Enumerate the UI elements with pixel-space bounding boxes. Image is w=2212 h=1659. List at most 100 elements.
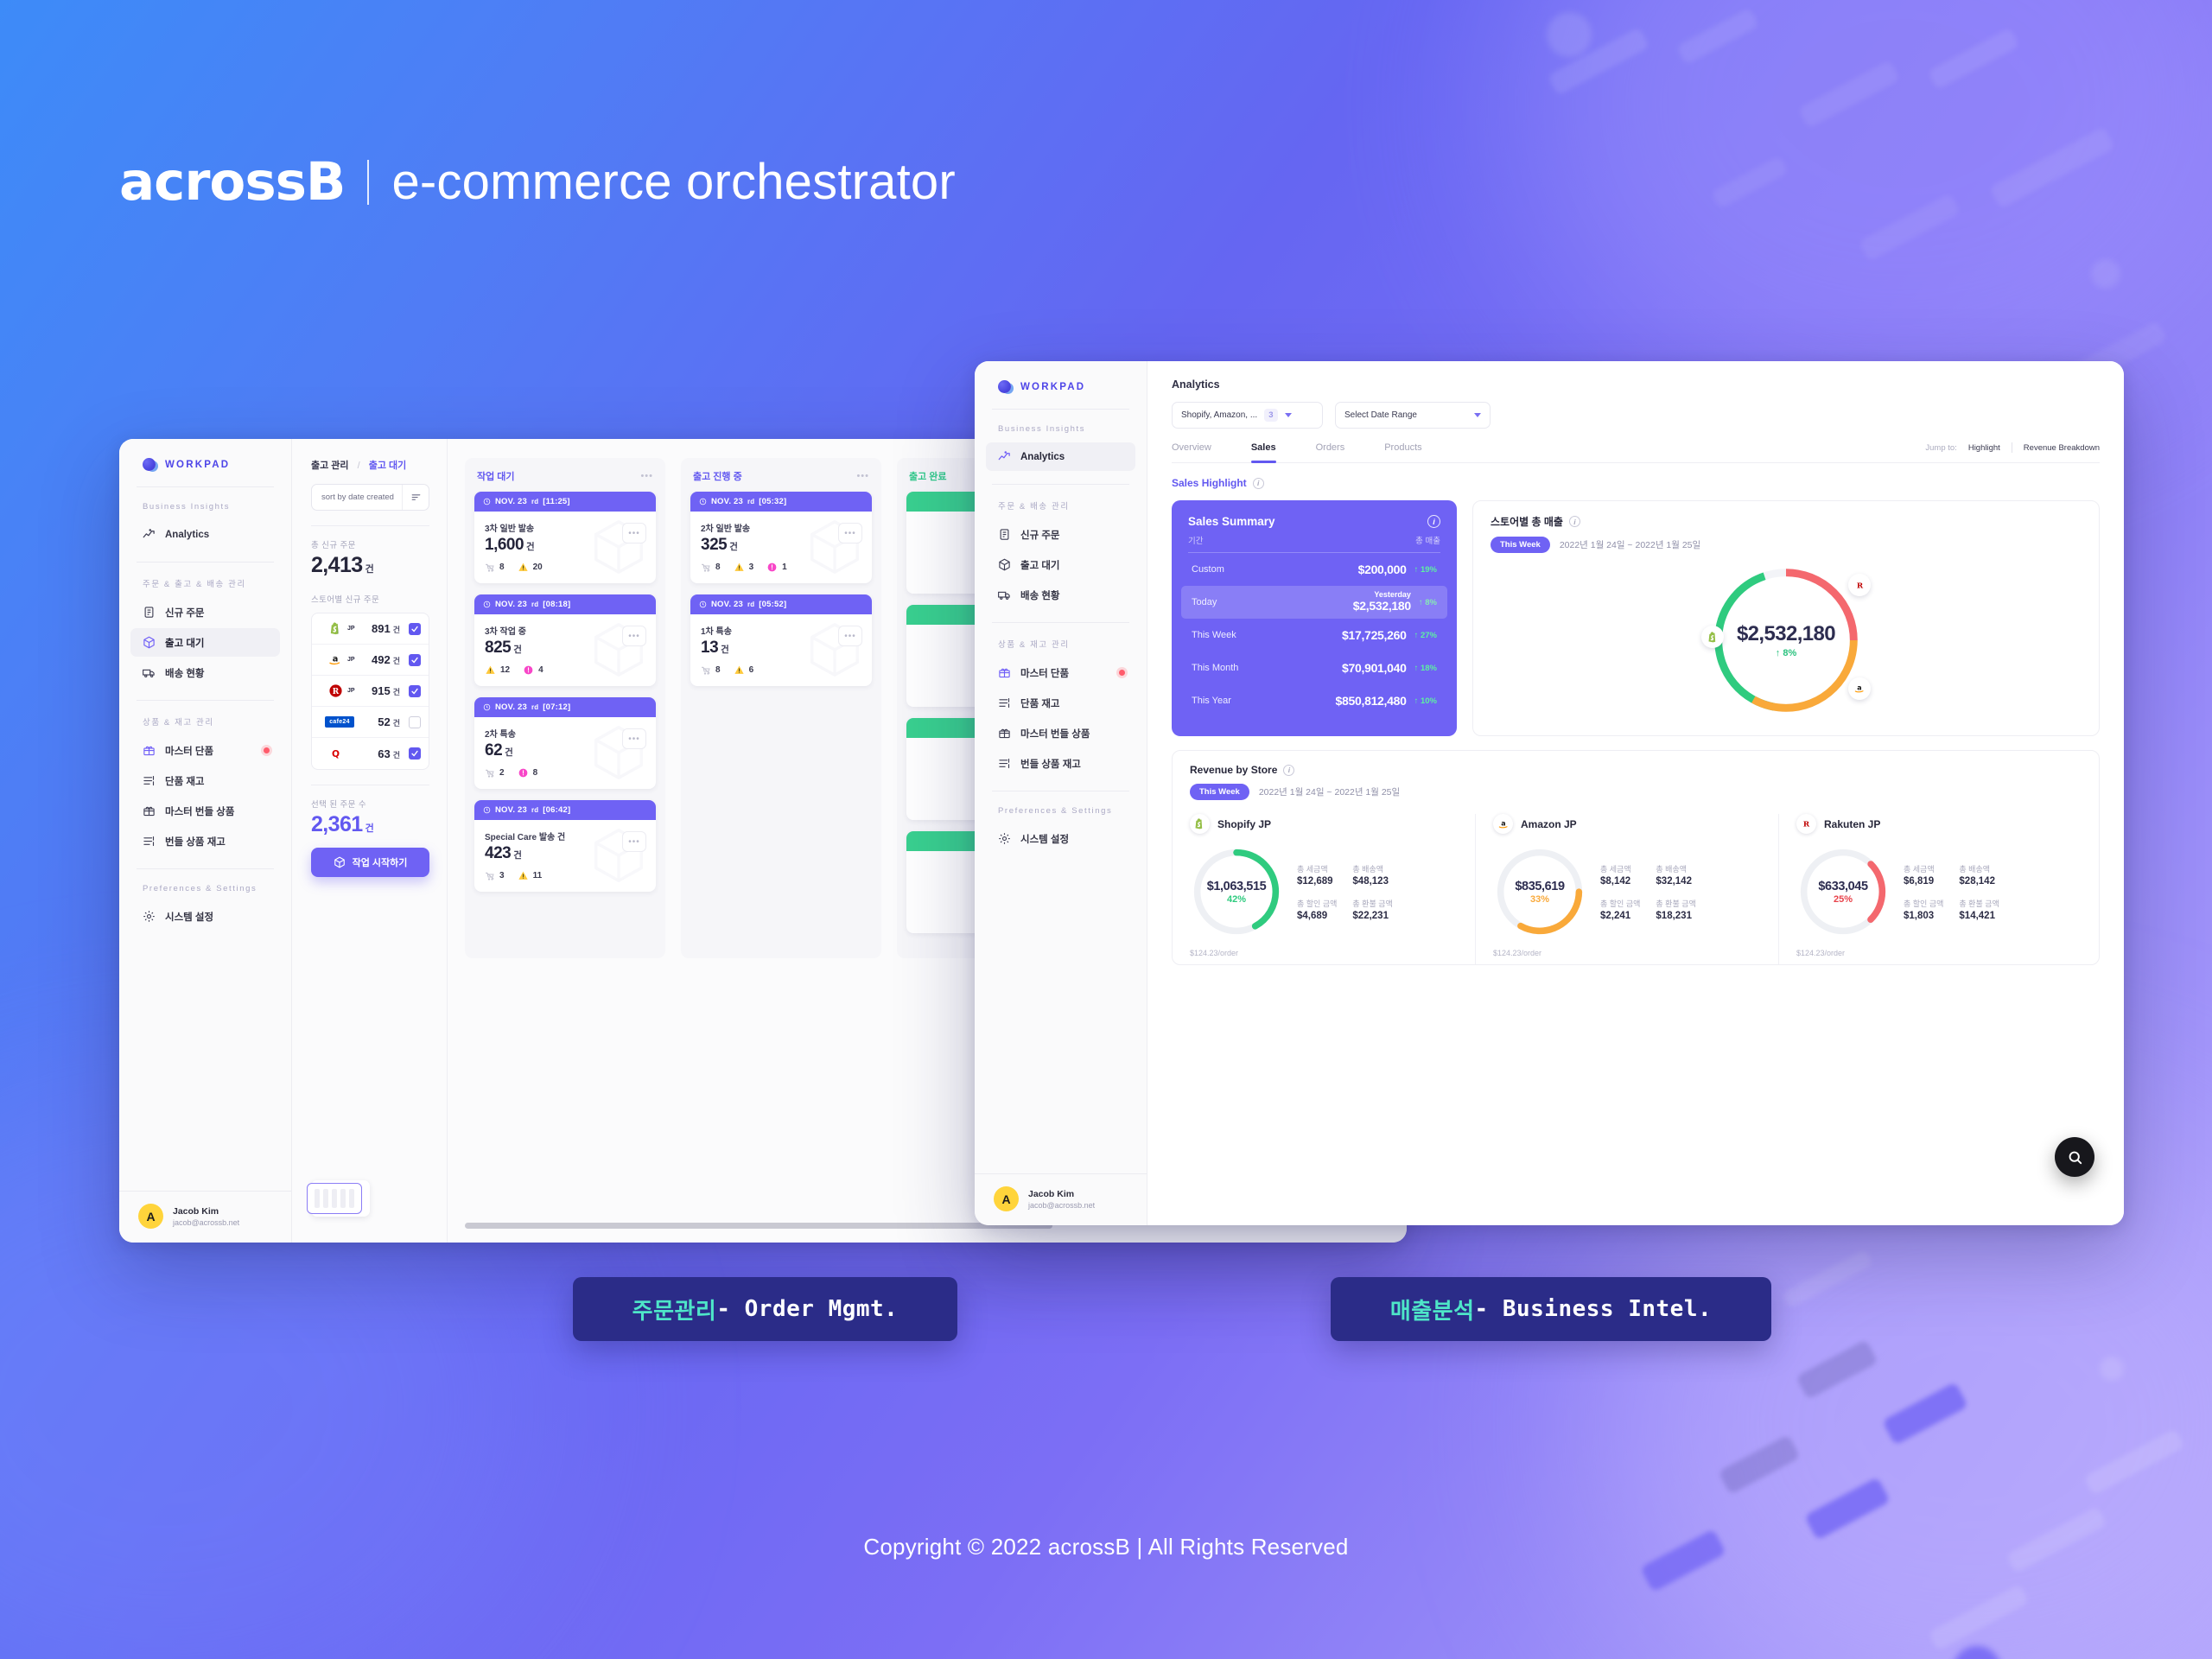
- user-profile[interactable]: A Jacob Kim jacob@acrossb.net: [119, 1191, 291, 1243]
- sidebar-item-shipment-waiting[interactable]: 출고 대기: [130, 628, 280, 657]
- store-checkbox[interactable]: [409, 622, 421, 635]
- store-percentage: 33%: [1529, 893, 1550, 905]
- info-icon[interactable]: i: [1283, 764, 1295, 776]
- sidebar-item-new-orders[interactable]: 신규 주문: [130, 598, 280, 626]
- kanban-card[interactable]: NOV. 23rd [06:42] Special Care 발송 건 423 건…: [474, 800, 656, 892]
- sidebar-item-delivery-status[interactable]: 배송 현황: [986, 581, 1135, 609]
- sidebar-item-label: 단품 재고: [165, 776, 205, 787]
- sales-summary-row[interactable]: This Week $17,725,260 ↑ 27%: [1188, 619, 1440, 652]
- kanban-card-body: 3차 작업 중 825 건 12 4 •••: [474, 614, 656, 686]
- stat-warning: 6: [734, 664, 753, 676]
- period-pill[interactable]: This Week: [1190, 784, 1249, 800]
- store-total-title: 스토어별 총 매출 i: [1491, 514, 2082, 529]
- sidebar-item-analytics[interactable]: Analytics: [130, 520, 280, 549]
- sales-summary-row[interactable]: Today Yesterday $2,532,180 ↑ 8%: [1181, 586, 1447, 619]
- sidebar-brand[interactable]: WORKPAD: [119, 439, 291, 486]
- svg-text:R: R: [1803, 821, 1810, 830]
- card-more-button[interactable]: •••: [622, 728, 646, 749]
- store-row-qoo10[interactable]: Q 63 건: [312, 738, 429, 769]
- sort-value: sort by date created: [321, 493, 394, 502]
- tab-orders[interactable]: Orders: [1316, 442, 1345, 462]
- gift-icon: [143, 744, 156, 757]
- store-row-cafe24[interactable]: cafe24 52 건: [312, 707, 429, 738]
- store-checkbox[interactable]: [409, 715, 421, 728]
- sidebar-item-label: 출고 대기: [165, 638, 205, 649]
- sidebar-item-label: 번들 상품 재고: [1020, 759, 1081, 770]
- store-checkbox[interactable]: [409, 684, 421, 697]
- tab-sales[interactable]: Sales: [1250, 442, 1276, 463]
- total-orders-label: 총 신규 주문: [311, 541, 356, 550]
- sidebar-item-sku-stock[interactable]: 단품 재고: [130, 766, 280, 795]
- card-more-button[interactable]: •••: [622, 523, 646, 543]
- sidebar-item-shipment-waiting[interactable]: 출고 대기: [986, 550, 1135, 579]
- store-checkbox[interactable]: [409, 747, 421, 760]
- sidebar-item-analytics[interactable]: Analytics: [986, 442, 1135, 471]
- jump-to-revenue-link[interactable]: Revenue Breakdown: [2024, 443, 2100, 453]
- sidebar-item-master-sku[interactable]: 마스터 단품: [986, 658, 1135, 687]
- sidebar-item-master-bundle[interactable]: 마스터 번들 상품: [130, 797, 280, 825]
- card-more-button[interactable]: •••: [838, 626, 862, 646]
- sidebar-item-sku-stock[interactable]: 단품 재고: [986, 689, 1135, 717]
- store-count: 891 건: [372, 622, 400, 635]
- metric-value-tax: $6,819: [1904, 875, 1935, 887]
- kanban-card[interactable]: NOV. 23rd [05:32] 2차 일반 발송 325 건 8 3 1 •…: [690, 492, 872, 583]
- user-profile[interactable]: A Jacob Kim jacob@acrossb.net: [975, 1173, 1147, 1225]
- info-icon[interactable]: i: [1252, 477, 1264, 489]
- card-more-button[interactable]: •••: [622, 626, 646, 646]
- row-value: $17,725,260: [1342, 628, 1407, 642]
- barcode-scanner-widget[interactable]: [307, 1180, 370, 1217]
- store-sup: JP: [347, 626, 355, 632]
- sales-summary-row[interactable]: This Year $850,812,480 ↑ 10%: [1188, 684, 1440, 717]
- sidebar-item-bundle-stock[interactable]: 번들 상품 재고: [130, 827, 280, 855]
- sort-icon[interactable]: [402, 485, 429, 510]
- breadcrumb-root[interactable]: 출고 관리: [311, 461, 349, 471]
- breadcrumb-current: 출고 대기: [368, 461, 407, 471]
- store-filter-select[interactable]: Shopify, Amazon, ... 3: [1172, 402, 1323, 429]
- card-more-button[interactable]: •••: [838, 523, 862, 543]
- hero-subtitle: e-commerce orchestrator: [391, 154, 956, 210]
- kanban-card-header: NOV. 23rd [07:12]: [474, 697, 656, 717]
- user-name: Jacob Kim: [1028, 1188, 1075, 1199]
- store-row-amazon[interactable]: a JP 492 건: [312, 645, 429, 676]
- info-icon[interactable]: i: [1568, 516, 1580, 527]
- store-row-rakuten[interactable]: R JP 915 건: [312, 676, 429, 707]
- sales-summary-row[interactable]: Custom $200,000 ↑ 19%: [1188, 553, 1440, 586]
- kanban-card[interactable]: NOV. 23rd [07:12] 2차 특송 62 건 2 8 •••: [474, 697, 656, 789]
- tab-products[interactable]: Products: [1384, 442, 1421, 462]
- search-fab-button[interactable]: [2055, 1137, 2094, 1177]
- cafe24-icon: cafe24: [320, 716, 359, 728]
- more-options-icon[interactable]: •••: [640, 471, 653, 481]
- donut-chart: $2,532,180 ↑ 8% R a: [1491, 558, 2082, 722]
- horizontal-scrollbar[interactable]: [465, 1223, 1052, 1229]
- kanban-card[interactable]: NOV. 23rd [05:52] 1차 특송 13 건 8 6 •••: [690, 594, 872, 686]
- kanban-card[interactable]: NOV. 23rd [08:18] 3차 작업 중 825 건 12 4 •••: [474, 594, 656, 686]
- sales-summary-row[interactable]: This Month $70,901,040 ↑ 18%: [1188, 652, 1440, 684]
- sidebar-brand[interactable]: WORKPAD: [975, 361, 1147, 409]
- date-range-select[interactable]: Select Date Range: [1335, 402, 1491, 429]
- sort-select[interactable]: sort by date created: [311, 484, 429, 511]
- info-icon[interactable]: i: [1427, 515, 1440, 528]
- period-pill[interactable]: This Week: [1491, 537, 1550, 553]
- sidebar-item-bundle-stock[interactable]: 번들 상품 재고: [986, 749, 1135, 778]
- stat-warning: 11: [518, 870, 542, 881]
- card-more-button[interactable]: •••: [622, 831, 646, 852]
- store-checkbox[interactable]: [409, 653, 421, 666]
- stat-alert: 8: [518, 767, 537, 779]
- start-task-button[interactable]: 작업 시작하기: [311, 848, 429, 877]
- more-options-icon[interactable]: •••: [856, 471, 869, 481]
- sidebar-item-delivery-status[interactable]: 배송 현황: [130, 658, 280, 687]
- tab-overview[interactable]: Overview: [1172, 442, 1211, 462]
- row-delta: ↑ 10%: [1414, 696, 1437, 706]
- sidebar-item-new-orders[interactable]: 신규 주문: [986, 520, 1135, 549]
- sidebar-item-system-settings[interactable]: 시스템 설정: [130, 902, 280, 931]
- sidebar-item-system-settings[interactable]: 시스템 설정: [986, 824, 1135, 853]
- hero-divider: [367, 159, 370, 205]
- notification-dot-icon: [1119, 670, 1125, 676]
- store-row-shopify[interactable]: JP 891 건: [312, 613, 429, 645]
- sidebar-item-master-bundle[interactable]: 마스터 번들 상품: [986, 719, 1135, 747]
- jump-to-highlight-link[interactable]: Highlight: [1968, 443, 2000, 453]
- kanban-card[interactable]: NOV. 23rd [11:25] 3차 일반 발송 1,600 건 8 20 •…: [474, 492, 656, 583]
- sidebar-item-master-sku[interactable]: 마스터 단품: [130, 736, 280, 765]
- metric-label-discount: 총 할인 금액: [1297, 899, 1338, 908]
- kanban-card-body: 2차 특송 62 건 2 8 •••: [474, 717, 656, 789]
